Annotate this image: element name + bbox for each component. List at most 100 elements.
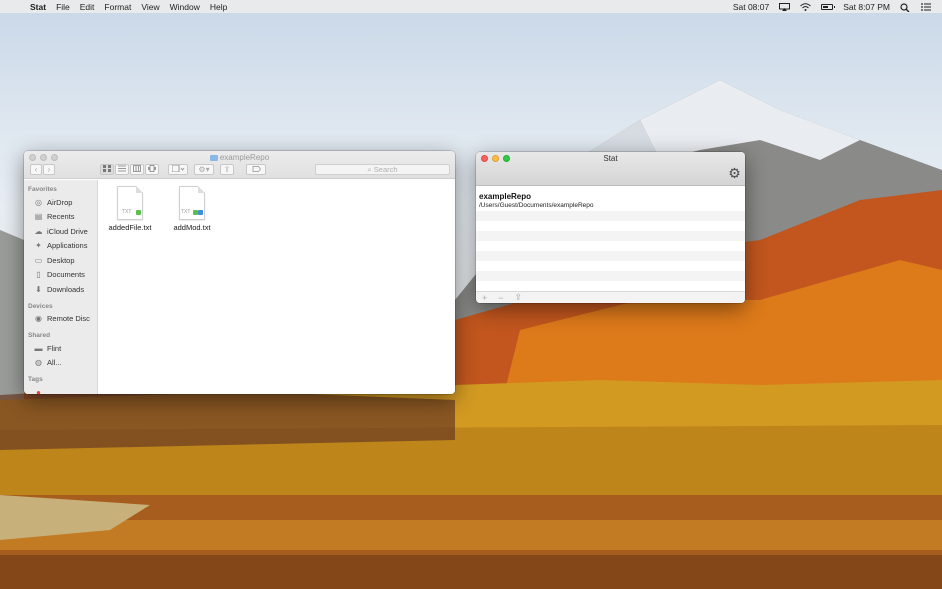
sidebar-item-label: AirDrop [47,197,73,207]
sidebar-item-all[interactable]: ◍ All... [24,356,97,371]
spotlight-search-icon[interactable] [900,2,911,12]
table-row [476,261,745,271]
action-gear-button[interactable]: ⚙▾ [194,164,214,175]
repo-path: /Users/Guest/Documents/exampleRepo [479,202,594,209]
stat-bottom-bar: + − ⇪ [476,291,745,303]
sidebar-item-tag-partial[interactable]: ● [24,385,97,394]
stat-titlebar[interactable]: Stat ⚙ [476,152,745,186]
notification-center-icon[interactable] [921,2,932,11]
gallery-view-button[interactable] [145,164,159,175]
stat-window-title: Stat [603,154,618,163]
menubar-clock-short[interactable]: Sat 08:07 [733,2,769,12]
file-name: addedFile.txt [108,223,152,232]
sidebar-item-downloads[interactable]: ⬇ Downloads [24,282,97,297]
sidebar-item-airdrop[interactable]: ◎ AirDrop [24,195,97,210]
table-row [476,271,745,281]
finder-sidebar: Favorites ◎ AirDrop ▤ Recents ☁ iCloud Driv… [24,180,98,394]
icon-view-button[interactable] [100,164,114,175]
finder-content: TXT addedFile.txt TXT addMod.txt [99,180,455,394]
airdrop-icon: ◎ [35,197,42,207]
share-button[interactable]: ⇪ [515,292,523,303]
menu-format[interactable]: Format [104,2,131,12]
list-view-button[interactable] [115,164,129,175]
sidebar-item-applications[interactable]: ✦ Applications [24,239,97,254]
stat-window: Stat ⚙ exampleRepo /Users/Guest/Document… [476,152,745,303]
menu-bar: Stat File Edit Format View Window Help S… [0,0,942,13]
file-type-label: TXT [122,209,132,215]
table-row [476,231,745,241]
applications-icon: ✦ [35,241,42,251]
search-field[interactable]: ⌕ Search [315,164,450,175]
tags-button[interactable] [246,164,266,175]
sidebar-item-remote-disc[interactable]: ◉ Remote Disc [24,312,97,327]
sidebar-item-label: Documents [47,270,85,280]
wifi-icon[interactable] [800,2,812,11]
sidebar-item-label: iCloud Drive [47,226,88,236]
sidebar-item-desktop[interactable]: ▭ Desktop [24,253,97,268]
forward-button[interactable]: › [43,164,55,175]
column-view-button[interactable] [130,164,144,175]
finder-window: exampleRepo ‹ › ⚙▾ ⇪ ⌕ Search Favorites … [24,151,455,394]
sidebar-item-label: Recents [47,212,75,222]
add-button[interactable]: + [482,293,487,303]
menu-app-name[interactable]: Stat [30,2,46,12]
file-item[interactable]: TXT addedFile.txt [105,186,155,232]
documents-icon: ▯ [36,270,41,280]
cloud-icon: ☁ [34,226,43,236]
sidebar-item-label: Desktop [47,255,75,265]
stat-list: exampleRepo /Users/Guest/Documents/examp… [476,187,745,291]
file-item[interactable]: TXT addMod.txt [167,186,217,232]
text-file-icon: TXT [117,186,143,220]
folder-icon [209,155,218,161]
sidebar-item-documents[interactable]: ▯ Documents [24,268,97,283]
sidebar-item-flint[interactable]: ▬ Flint [24,341,97,356]
group-by-button[interactable] [168,164,188,175]
share-button[interactable]: ⇪ [220,164,234,175]
network-globe-icon: ◍ [35,358,42,368]
sidebar-header-devices: Devices [28,302,53,310]
downloads-icon: ⬇ [35,284,42,294]
finder-title-text: exampleRepo [219,153,270,162]
sidebar-header-favorites: Favorites [28,186,57,193]
table-row [476,211,745,221]
remove-button[interactable]: − [498,293,503,303]
tag-color-icon: ● [36,387,41,394]
sidebar-item-label: Applications [47,241,88,251]
sidebar-item-icloud[interactable]: ☁ iCloud Drive [24,224,97,239]
file-type-label: TXT [181,209,191,215]
airplay-icon[interactable] [779,2,791,11]
status-badge [136,210,141,215]
menubar-clock[interactable]: Sat 8:07 PM [843,2,890,12]
recents-icon: ▤ [34,212,43,222]
repo-name[interactable]: exampleRepo [479,192,745,201]
menu-file[interactable]: File [56,2,70,12]
menu-edit[interactable]: Edit [80,2,95,12]
sidebar-item-recents[interactable]: ▤ Recents [24,210,97,225]
sidebar-item-label: Flint [47,343,62,353]
sidebar-item-label: All... [47,358,62,368]
empty-rows [476,211,745,291]
table-row [476,251,745,261]
network-computer-icon: ▬ [34,343,43,353]
table-row [476,221,745,231]
window-title: exampleRepo [24,153,455,162]
finder-titlebar[interactable]: exampleRepo ‹ › ⚙▾ ⇪ ⌕ Search [24,151,455,179]
search-placeholder: Search [373,165,398,174]
menu-help[interactable]: Help [210,2,227,12]
desktop-icon: ▭ [34,255,43,265]
battery-icon[interactable] [821,3,836,10]
table-row [476,241,745,251]
sidebar-header-shared: Shared [28,332,51,339]
table-row [476,281,745,291]
settings-gear-icon[interactable]: ⚙ [727,166,742,181]
text-file-icon: TXT [179,186,205,220]
disc-icon: ◉ [35,314,42,324]
menu-view[interactable]: View [141,2,159,12]
sidebar-item-label: Remote Disc [47,314,90,324]
sidebar-header-tags: Tags [28,376,43,383]
file-name: addMod.txt [173,223,211,232]
sidebar-item-label: Downloads [47,284,85,294]
menu-window[interactable]: Window [170,2,200,12]
finder-toolbar: ‹ › ⚙▾ ⇪ ⌕ Search [24,164,455,177]
back-button[interactable]: ‹ [30,164,42,175]
